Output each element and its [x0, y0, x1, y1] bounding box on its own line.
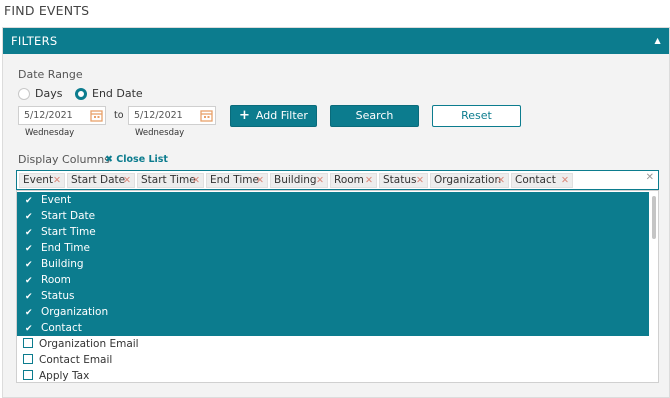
- add-filter-label: Add Filter: [255, 109, 308, 122]
- column-tag-label: Building: [274, 174, 317, 186]
- close-icon: ✖: [105, 154, 113, 165]
- checkmark-icon: ✔: [25, 276, 33, 286]
- column-tag-label: Contact: [515, 174, 556, 186]
- column-option[interactable]: ✔ Organization: [17, 304, 649, 320]
- plus-icon: +: [239, 108, 250, 123]
- checkmark-icon: ✔: [25, 196, 33, 206]
- column-option-label: End Time: [41, 242, 90, 254]
- columns-dropdown-list[interactable]: ✔ Event ✔ Start Date ✔ Start Time ✔ End Time ✔ Bu…: [16, 190, 659, 383]
- checkmark-icon: ✔: [25, 308, 33, 318]
- radio-end-date[interactable]: End Date: [75, 87, 143, 100]
- display-columns-select[interactable]: Event ✕ Start Date ✕ Start Time ✕ End Time ✕ Bui…: [16, 170, 659, 190]
- radio-days-circle[interactable]: [18, 87, 30, 100]
- end-date-input[interactable]: 5/12/2021: [128, 106, 216, 125]
- filters-panel-header[interactable]: FILTERS ▲: [3, 28, 669, 54]
- checkmark-icon: ✔: [25, 228, 33, 238]
- column-tag[interactable]: Event ✕: [19, 173, 65, 188]
- column-option-label: Status: [41, 290, 75, 302]
- remove-tag-icon[interactable]: ✕: [416, 174, 424, 187]
- column-tag[interactable]: Room ✕: [330, 173, 377, 188]
- column-tag-label: Start Date: [71, 174, 126, 186]
- reset-button[interactable]: Reset: [432, 105, 521, 127]
- column-tag-label: Event: [23, 174, 54, 186]
- search-button[interactable]: Search: [330, 105, 419, 127]
- column-tag[interactable]: Contact ✕: [511, 173, 573, 188]
- start-weekday: Wednesday: [25, 128, 75, 138]
- column-option-label: Start Time: [41, 226, 96, 238]
- remove-tag-icon[interactable]: ✕: [561, 174, 569, 187]
- collapse-icon[interactable]: ▲: [655, 28, 661, 54]
- checkmark-icon: ✔: [25, 324, 33, 334]
- calendar-icon[interactable]: [200, 109, 213, 122]
- column-tag-label: Room: [334, 174, 364, 186]
- column-option[interactable]: Organization Email: [17, 336, 649, 352]
- to-label: to: [114, 110, 124, 121]
- close-list-link[interactable]: ✖ Close List: [105, 154, 168, 165]
- remove-tag-icon[interactable]: ✕: [316, 174, 324, 187]
- column-tag[interactable]: Status ✕: [379, 173, 428, 188]
- end-date-value: 5/12/2021: [134, 110, 183, 121]
- dropdown-scrollbar[interactable]: [651, 194, 657, 380]
- column-option[interactable]: ✔ End Time: [17, 240, 649, 256]
- column-option[interactable]: ✔ Status: [17, 288, 649, 304]
- calendar-icon[interactable]: [90, 109, 103, 122]
- checkbox[interactable]: [23, 354, 33, 364]
- checkbox[interactable]: [23, 338, 33, 348]
- remove-tag-icon[interactable]: ✕: [497, 174, 505, 187]
- remove-tag-icon[interactable]: ✕: [256, 174, 264, 187]
- column-option-label: Organization: [41, 306, 109, 318]
- column-option-label: Organization Email: [39, 338, 139, 350]
- column-tag-label: Organization: [434, 174, 502, 186]
- column-tag-label: Status: [383, 174, 417, 186]
- checkmark-icon: ✔: [25, 244, 33, 254]
- radio-end-date-label: End Date: [92, 87, 143, 100]
- start-date-value: 5/12/2021: [24, 110, 73, 121]
- radio-end-date-circle[interactable]: [75, 87, 87, 100]
- radio-days[interactable]: Days: [18, 87, 62, 100]
- column-tag[interactable]: Start Date ✕: [67, 173, 135, 188]
- column-option[interactable]: ✔ Building: [17, 256, 649, 272]
- close-list-label: Close List: [116, 154, 168, 165]
- column-option-label: Building: [41, 258, 84, 270]
- column-option-label: Contact: [41, 322, 82, 334]
- column-option[interactable]: ✔ Room: [17, 272, 649, 288]
- column-tag[interactable]: Building ✕: [270, 173, 328, 188]
- start-date-input[interactable]: 5/12/2021: [18, 106, 106, 125]
- column-option-label: Event: [41, 194, 72, 206]
- remove-tag-icon[interactable]: ✕: [365, 174, 373, 187]
- column-option-label: Start Date: [41, 210, 96, 222]
- display-columns-label: Display Columns: [18, 153, 110, 166]
- checkmark-icon: ✔: [25, 292, 33, 302]
- column-option[interactable]: ✔ Start Time: [17, 224, 649, 240]
- remove-tag-icon[interactable]: ✕: [192, 174, 200, 187]
- column-option[interactable]: Apply Tax: [17, 368, 649, 382]
- checkmark-icon: ✔: [25, 260, 33, 270]
- column-option-label: Room: [41, 274, 71, 286]
- reset-label: Reset: [461, 109, 492, 122]
- end-weekday: Wednesday: [135, 128, 185, 138]
- column-tag-label: End Time: [210, 174, 259, 186]
- column-option[interactable]: Contact Email: [17, 352, 649, 368]
- scrollbar-thumb[interactable]: [652, 196, 656, 239]
- column-tag-label: Start Time: [141, 174, 196, 186]
- search-label: Search: [355, 109, 394, 122]
- column-option-label: Contact Email: [39, 354, 113, 366]
- filters-header-label: FILTERS: [11, 34, 58, 48]
- column-option[interactable]: ✔ Contact: [17, 320, 649, 336]
- add-filter-button[interactable]: + Add Filter: [230, 105, 317, 127]
- column-tag[interactable]: End Time ✕: [206, 173, 268, 188]
- column-tag[interactable]: Start Time ✕: [137, 173, 204, 188]
- checkmark-icon: ✔: [25, 212, 33, 222]
- radio-days-label: Days: [35, 87, 63, 100]
- page-title: FIND EVENTS: [4, 3, 90, 18]
- remove-tag-icon[interactable]: ✕: [53, 174, 61, 187]
- clear-all-icon[interactable]: ✕: [646, 172, 654, 183]
- column-option-label: Apply Tax: [39, 370, 90, 382]
- column-option[interactable]: ✔ Start Date: [17, 208, 649, 224]
- date-range-label: Date Range: [18, 68, 83, 81]
- column-option[interactable]: ✔ Event: [17, 192, 649, 208]
- column-tag[interactable]: Organization ✕: [430, 173, 509, 188]
- remove-tag-icon[interactable]: ✕: [123, 174, 131, 187]
- checkbox[interactable]: [23, 370, 33, 380]
